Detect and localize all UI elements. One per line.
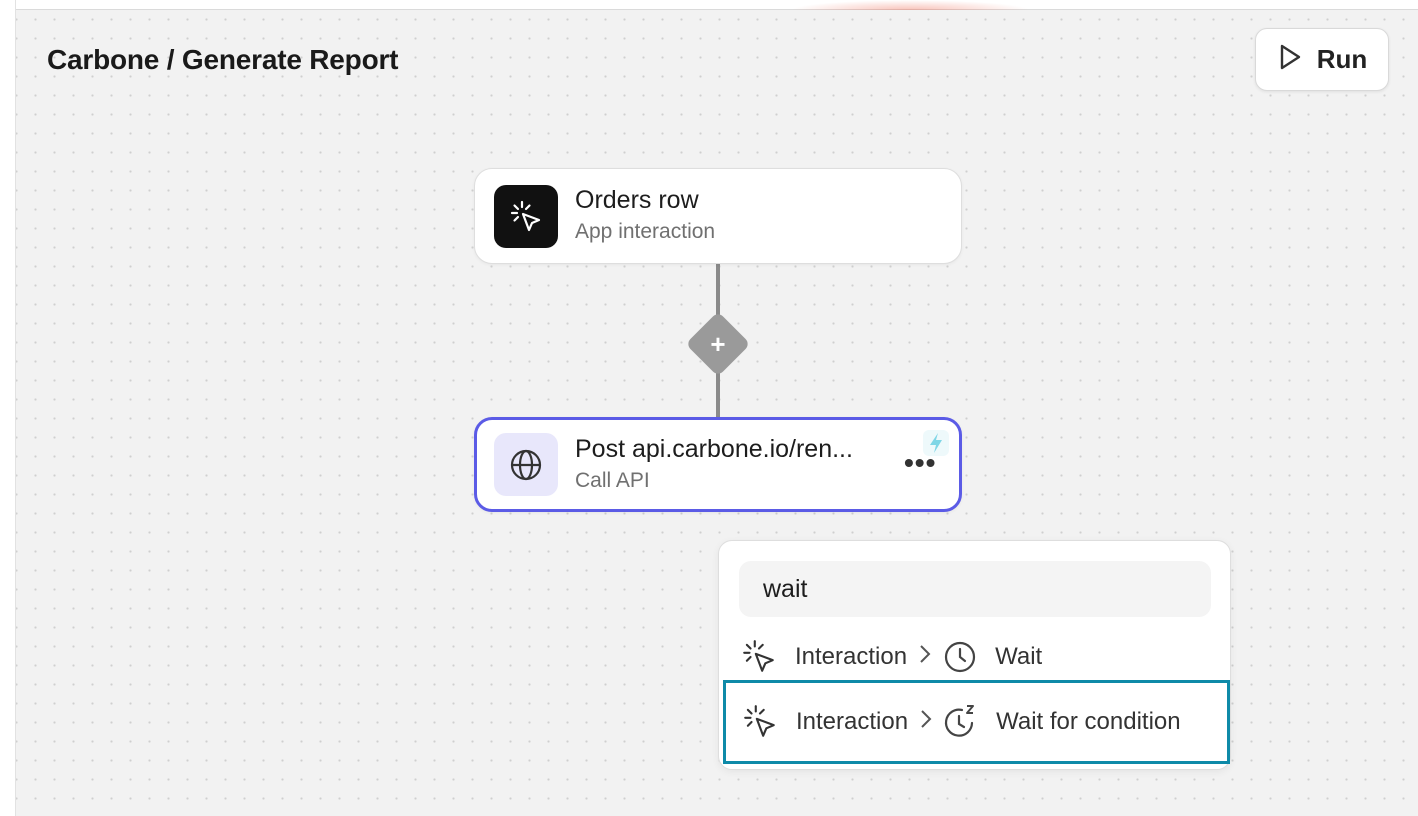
top-bar [16, 0, 1418, 10]
cursor-click-icon [494, 185, 558, 248]
action-node-call-api[interactable]: Post api.carbone.io/ren... Call API ••• [474, 417, 962, 512]
top-glow [790, 0, 1030, 10]
result-category: Interaction [796, 708, 909, 735]
chevron-right-icon [919, 644, 931, 670]
result-category: Interaction [795, 643, 908, 670]
node-subtitle: Call API [575, 469, 650, 492]
run-button-label: Run [1316, 44, 1368, 74]
clock-icon [941, 638, 979, 676]
result-name: Wait for condition [996, 708, 1181, 735]
clock-snooze-icon [942, 703, 980, 741]
node-subtitle: App interaction [575, 220, 716, 243]
cursor-click-icon [739, 637, 779, 677]
trigger-node-orders-row[interactable]: Orders row App interaction [474, 168, 962, 264]
node-title: Orders row [575, 186, 699, 214]
result-item-wait[interactable]: Interaction Wait [725, 627, 1226, 687]
result-item-wait-for-condition[interactable]: Interaction Wait for condition [723, 680, 1230, 764]
step-picker-popup: Interaction Wait Interaction [718, 540, 1231, 770]
connector-line [716, 373, 720, 418]
lightning-bolt-icon [923, 430, 949, 456]
result-name: Wait [995, 643, 1043, 670]
play-icon [1277, 43, 1303, 76]
connector-line [716, 263, 720, 315]
node-title: Post api.carbone.io/ren... [575, 435, 853, 463]
page-title: Carbone / Generate Report [47, 44, 399, 75]
step-search-input[interactable] [739, 561, 1211, 617]
more-options-icon[interactable]: ••• [904, 449, 936, 477]
run-button[interactable]: Run [1255, 28, 1389, 91]
left-edge-panel [0, 0, 16, 816]
chevron-right-icon [920, 709, 932, 735]
globe-icon [494, 433, 558, 496]
cursor-click-icon [740, 702, 780, 742]
